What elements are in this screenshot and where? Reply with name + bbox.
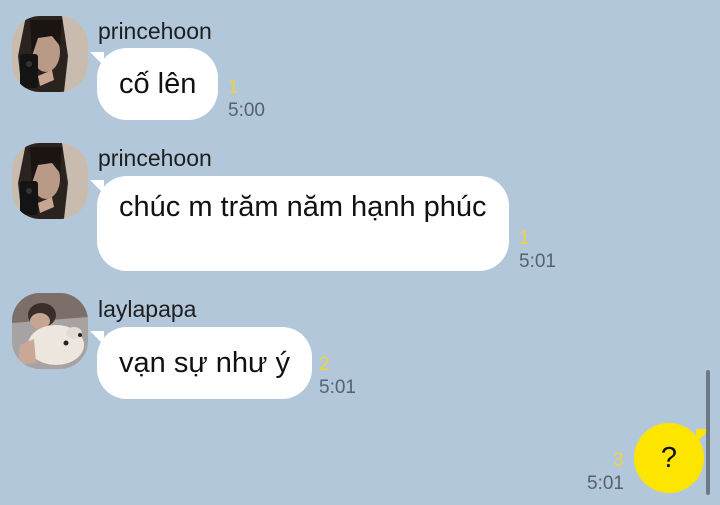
sender-name: princehoon	[98, 18, 212, 44]
message-time: 5:00	[228, 100, 265, 121]
unread-count: 3	[613, 450, 624, 471]
message-text: cố lên	[119, 68, 197, 100]
sender-avatar[interactable]	[12, 16, 88, 92]
unread-count: 2	[319, 354, 330, 375]
sender-avatar[interactable]	[12, 293, 88, 369]
message-bubble[interactable]: cố lên	[89, 48, 219, 120]
message-text: ?	[660, 442, 678, 474]
sender-name: laylapapa	[98, 296, 197, 322]
message-time: 5:01	[587, 473, 624, 494]
outgoing-message-bubble[interactable]: ?	[634, 423, 710, 493]
unread-count: 1	[228, 77, 239, 98]
selfie-avatar-icon	[12, 143, 88, 219]
scrollbar[interactable]	[706, 370, 710, 495]
message-time: 5:01	[319, 377, 356, 398]
selfie-avatar-icon	[12, 16, 88, 92]
message-time: 5:01	[519, 251, 556, 272]
message-text: chúc m trăm năm hạnh phúc	[119, 191, 487, 223]
message-bubble[interactable]: vạn sự như ý	[89, 327, 313, 399]
dog-avatar-icon	[12, 293, 88, 369]
sender-avatar[interactable]	[12, 143, 88, 219]
message-bubble[interactable]: chúc m trăm năm hạnh phúc	[90, 176, 509, 271]
sender-name: princehoon	[98, 145, 212, 171]
unread-count: 1	[519, 228, 530, 249]
message-text: vạn sự như ý	[119, 347, 291, 379]
